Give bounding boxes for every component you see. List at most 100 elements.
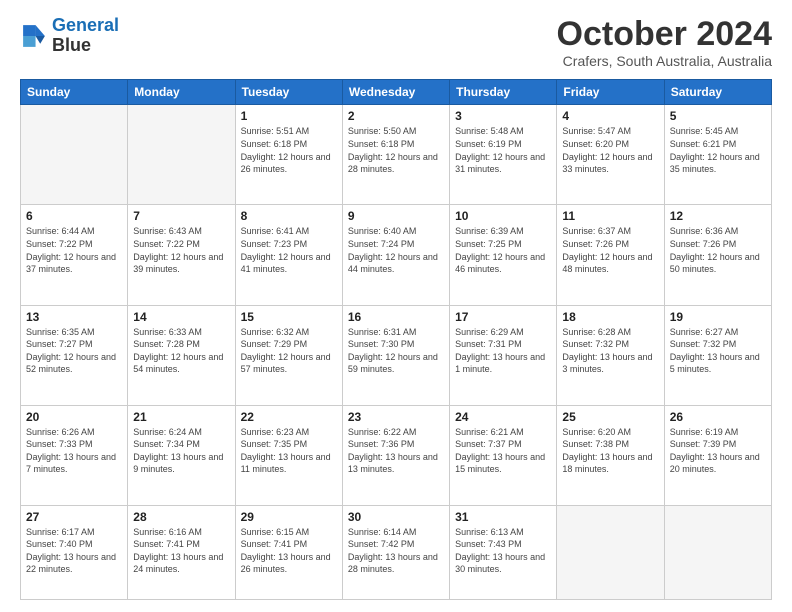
day-info: Sunrise: 6:33 AM Sunset: 7:28 PM Dayligh… [133, 326, 229, 376]
day-info: Sunrise: 6:40 AM Sunset: 7:24 PM Dayligh… [348, 225, 444, 275]
day-number: 18 [562, 310, 658, 324]
table-row [557, 505, 664, 599]
logo-icon [20, 22, 48, 50]
calendar-table: Sunday Monday Tuesday Wednesday Thursday… [20, 79, 772, 600]
table-row: 6 Sunrise: 6:44 AM Sunset: 7:22 PM Daylig… [21, 205, 128, 305]
table-row: 19 Sunrise: 6:27 AM Sunset: 7:32 PM Dayli… [664, 305, 771, 405]
col-thursday: Thursday [450, 80, 557, 105]
day-info: Sunrise: 6:16 AM Sunset: 7:41 PM Dayligh… [133, 526, 229, 576]
table-row: 23 Sunrise: 6:22 AM Sunset: 7:36 PM Dayli… [342, 405, 449, 505]
table-row: 27 Sunrise: 6:17 AM Sunset: 7:40 PM Dayli… [21, 505, 128, 599]
col-friday: Friday [557, 80, 664, 105]
day-number: 3 [455, 109, 551, 123]
table-row: 16Sunrise: 6:31 AM Sunset: 7:30 PM Dayli… [342, 305, 449, 405]
day-number: 25 [562, 410, 658, 424]
day-info: Sunrise: 6:35 AM Sunset: 7:27 PM Dayligh… [26, 326, 122, 376]
day-info: Sunrise: 5:51 AM Sunset: 6:18 PM Dayligh… [241, 125, 337, 175]
day-number: 5 [670, 109, 766, 123]
day-number: 12 [670, 209, 766, 223]
day-info: Sunrise: 6:22 AM Sunset: 7:36 PM Dayligh… [348, 426, 444, 476]
day-info: Sunrise: 6:41 AM Sunset: 7:23 PM Dayligh… [241, 225, 337, 275]
day-info: Sunrise: 6:37 AM Sunset: 7:26 PM Dayligh… [562, 225, 658, 275]
day-info: Sunrise: 6:19 AM Sunset: 7:39 PM Dayligh… [670, 426, 766, 476]
table-row: 11 Sunrise: 6:37 AM Sunset: 7:26 PM Dayli… [557, 205, 664, 305]
col-saturday: Saturday [664, 80, 771, 105]
logo: General Blue [20, 16, 119, 56]
table-row: 4 Sunrise: 5:47 AM Sunset: 6:20 PM Daylig… [557, 105, 664, 205]
day-number: 20 [26, 410, 122, 424]
table-row: 5 Sunrise: 5:45 AM Sunset: 6:21 PM Daylig… [664, 105, 771, 205]
table-row: 29Sunrise: 6:15 AM Sunset: 7:41 PM Dayli… [235, 505, 342, 599]
day-info: Sunrise: 6:14 AM Sunset: 7:42 PM Dayligh… [348, 526, 444, 576]
title-section: October 2024 Crafers, South Australia, A… [557, 16, 772, 69]
day-info: Sunrise: 6:24 AM Sunset: 7:34 PM Dayligh… [133, 426, 229, 476]
day-number: 1 [241, 109, 337, 123]
day-number: 4 [562, 109, 658, 123]
table-row: 12 Sunrise: 6:36 AM Sunset: 7:26 PM Dayli… [664, 205, 771, 305]
col-monday: Monday [128, 80, 235, 105]
day-number: 13 [26, 310, 122, 324]
day-info: Sunrise: 6:17 AM Sunset: 7:40 PM Dayligh… [26, 526, 122, 576]
table-row: 10Sunrise: 6:39 AM Sunset: 7:25 PM Dayli… [450, 205, 557, 305]
table-row: 18 Sunrise: 6:28 AM Sunset: 7:32 PM Dayli… [557, 305, 664, 405]
day-number: 6 [26, 209, 122, 223]
table-row: 9 Sunrise: 6:40 AM Sunset: 7:24 PM Daylig… [342, 205, 449, 305]
day-number: 26 [670, 410, 766, 424]
day-number: 19 [670, 310, 766, 324]
month-title: October 2024 [557, 16, 772, 53]
calendar-body: 1 Sunrise: 5:51 AM Sunset: 6:18 PM Daylig… [21, 105, 772, 600]
day-info: Sunrise: 6:27 AM Sunset: 7:32 PM Dayligh… [670, 326, 766, 376]
day-info: Sunrise: 6:13 AM Sunset: 7:43 PM Dayligh… [455, 526, 551, 576]
table-row [664, 505, 771, 599]
col-tuesday: Tuesday [235, 80, 342, 105]
table-row: 24 Sunrise: 6:21 AM Sunset: 7:37 PM Dayli… [450, 405, 557, 505]
col-sunday: Sunday [21, 80, 128, 105]
col-wednesday: Wednesday [342, 80, 449, 105]
day-number: 22 [241, 410, 337, 424]
header: General Blue October 2024 Crafers, South… [20, 16, 772, 69]
day-info: Sunrise: 6:21 AM Sunset: 7:37 PM Dayligh… [455, 426, 551, 476]
table-row: 2 Sunrise: 5:50 AM Sunset: 6:18 PM Daylig… [342, 105, 449, 205]
day-info: Sunrise: 6:26 AM Sunset: 7:33 PM Dayligh… [26, 426, 122, 476]
day-info: Sunrise: 6:36 AM Sunset: 7:26 PM Dayligh… [670, 225, 766, 275]
day-info: Sunrise: 6:15 AM Sunset: 7:41 PM Dayligh… [241, 526, 337, 576]
day-number: 30 [348, 510, 444, 524]
table-row: 15Sunrise: 6:32 AM Sunset: 7:29 PM Dayli… [235, 305, 342, 405]
day-info: Sunrise: 6:29 AM Sunset: 7:31 PM Dayligh… [455, 326, 551, 376]
day-number: 2 [348, 109, 444, 123]
day-number: 24 [455, 410, 551, 424]
day-number: 23 [348, 410, 444, 424]
day-info: Sunrise: 5:47 AM Sunset: 6:20 PM Dayligh… [562, 125, 658, 175]
day-info: Sunrise: 6:31 AM Sunset: 7:30 PM Dayligh… [348, 326, 444, 376]
day-info: Sunrise: 5:50 AM Sunset: 6:18 PM Dayligh… [348, 125, 444, 175]
table-row [21, 105, 128, 205]
day-number: 8 [241, 209, 337, 223]
day-info: Sunrise: 6:39 AM Sunset: 7:25 PM Dayligh… [455, 225, 551, 275]
day-number: 21 [133, 410, 229, 424]
day-info: Sunrise: 6:28 AM Sunset: 7:32 PM Dayligh… [562, 326, 658, 376]
day-info: Sunrise: 5:45 AM Sunset: 6:21 PM Dayligh… [670, 125, 766, 175]
table-row: 13 Sunrise: 6:35 AM Sunset: 7:27 PM Dayli… [21, 305, 128, 405]
table-row: 14 Sunrise: 6:33 AM Sunset: 7:28 PM Dayli… [128, 305, 235, 405]
table-row [128, 105, 235, 205]
day-number: 17 [455, 310, 551, 324]
day-info: Sunrise: 6:43 AM Sunset: 7:22 PM Dayligh… [133, 225, 229, 275]
day-info: Sunrise: 6:20 AM Sunset: 7:38 PM Dayligh… [562, 426, 658, 476]
calendar-header-row: Sunday Monday Tuesday Wednesday Thursday… [21, 80, 772, 105]
table-row: 21 Sunrise: 6:24 AM Sunset: 7:34 PM Dayli… [128, 405, 235, 505]
table-row: 8 Sunrise: 6:41 AM Sunset: 7:23 PM Daylig… [235, 205, 342, 305]
table-row: 3 Sunrise: 5:48 AM Sunset: 6:19 PM Daylig… [450, 105, 557, 205]
table-row: 7Sunrise: 6:43 AM Sunset: 7:22 PM Daylig… [128, 205, 235, 305]
day-number: 27 [26, 510, 122, 524]
day-info: Sunrise: 5:48 AM Sunset: 6:19 PM Dayligh… [455, 125, 551, 175]
table-row: 28Sunrise: 6:16 AM Sunset: 7:41 PM Dayli… [128, 505, 235, 599]
table-row: 26 Sunrise: 6:19 AM Sunset: 7:39 PM Dayli… [664, 405, 771, 505]
location-subtitle: Crafers, South Australia, Australia [557, 53, 772, 69]
table-row: 30 Sunrise: 6:14 AM Sunset: 7:42 PM Dayli… [342, 505, 449, 599]
day-number: 9 [348, 209, 444, 223]
table-row: 31Sunrise: 6:13 AM Sunset: 7:43 PM Dayli… [450, 505, 557, 599]
day-number: 11 [562, 209, 658, 223]
table-row: 20 Sunrise: 6:26 AM Sunset: 7:33 PM Dayli… [21, 405, 128, 505]
day-number: 14 [133, 310, 229, 324]
day-info: Sunrise: 6:44 AM Sunset: 7:22 PM Dayligh… [26, 225, 122, 275]
